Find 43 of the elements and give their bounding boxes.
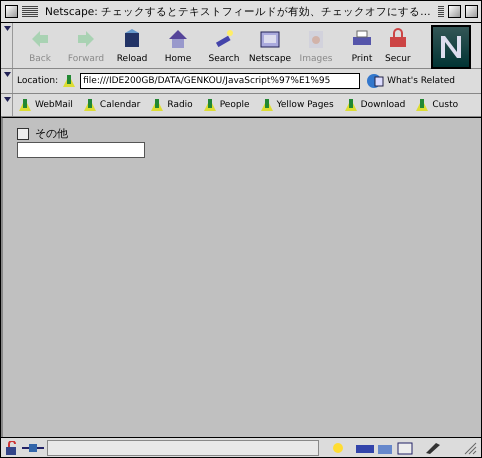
netscape-logo[interactable] <box>431 25 471 69</box>
caret-icon <box>4 26 11 31</box>
bookmark-link[interactable]: Calendar <box>82 97 140 113</box>
location-label: Location: <box>17 76 58 86</box>
caret-icon <box>4 72 11 77</box>
bookmark-icon <box>17 97 33 113</box>
bookmark-link[interactable]: WebMail <box>17 97 73 113</box>
bookmark-icon <box>414 97 430 113</box>
collapse-box[interactable] <box>464 5 478 18</box>
toolbar-button[interactable]: Netscape <box>247 27 293 64</box>
close-box[interactable] <box>5 5 18 18</box>
bookmark-icon <box>149 97 166 113</box>
toolbar-button[interactable]: Secur <box>385 27 411 64</box>
bookmark-icon <box>258 97 275 113</box>
whats-related-button[interactable]: What's Related <box>366 72 455 90</box>
plug-icon <box>22 442 44 452</box>
bookmark-link[interactable]: Download <box>342 97 406 113</box>
toolbar-grip[interactable] <box>3 94 13 116</box>
bookmark-link[interactable]: People <box>202 97 250 113</box>
zoom-box[interactable] <box>448 5 461 18</box>
bookmark-icon <box>202 97 218 113</box>
toolbar-button[interactable]: Reload <box>109 27 155 64</box>
caret-icon <box>4 97 11 102</box>
toolbar-button[interactable]: Print <box>339 27 385 64</box>
bookmark-icon <box>342 97 359 113</box>
globe-icon <box>366 72 384 90</box>
toolbar-grip[interactable] <box>3 23 13 68</box>
resize-grip-icon[interactable] <box>463 440 477 454</box>
checkbox[interactable] <box>17 128 29 140</box>
text-field[interactable] <box>17 142 145 158</box>
title-stripes <box>438 6 444 17</box>
padlock-icon[interactable] <box>5 440 19 454</box>
toolbar-grip[interactable] <box>3 69 13 93</box>
bookmark-link[interactable]: Radio <box>149 97 193 113</box>
title-stripes <box>22 6 38 17</box>
bookmark-link[interactable]: Custo <box>414 97 458 113</box>
bookmark-icon <box>82 97 98 113</box>
location-field[interactable]: file:///IDE200GB/DATA/GENKOU/JavaScript%97%E1%95 <box>80 73 360 89</box>
toolbar-button[interactable]: Home <box>155 27 201 64</box>
toolbar-button[interactable]: Search <box>201 27 247 64</box>
bookmark-icon <box>61 73 78 89</box>
bookmark-link[interactable]: Yellow Pages <box>258 97 334 113</box>
checkbox-label: その他 <box>35 126 68 141</box>
